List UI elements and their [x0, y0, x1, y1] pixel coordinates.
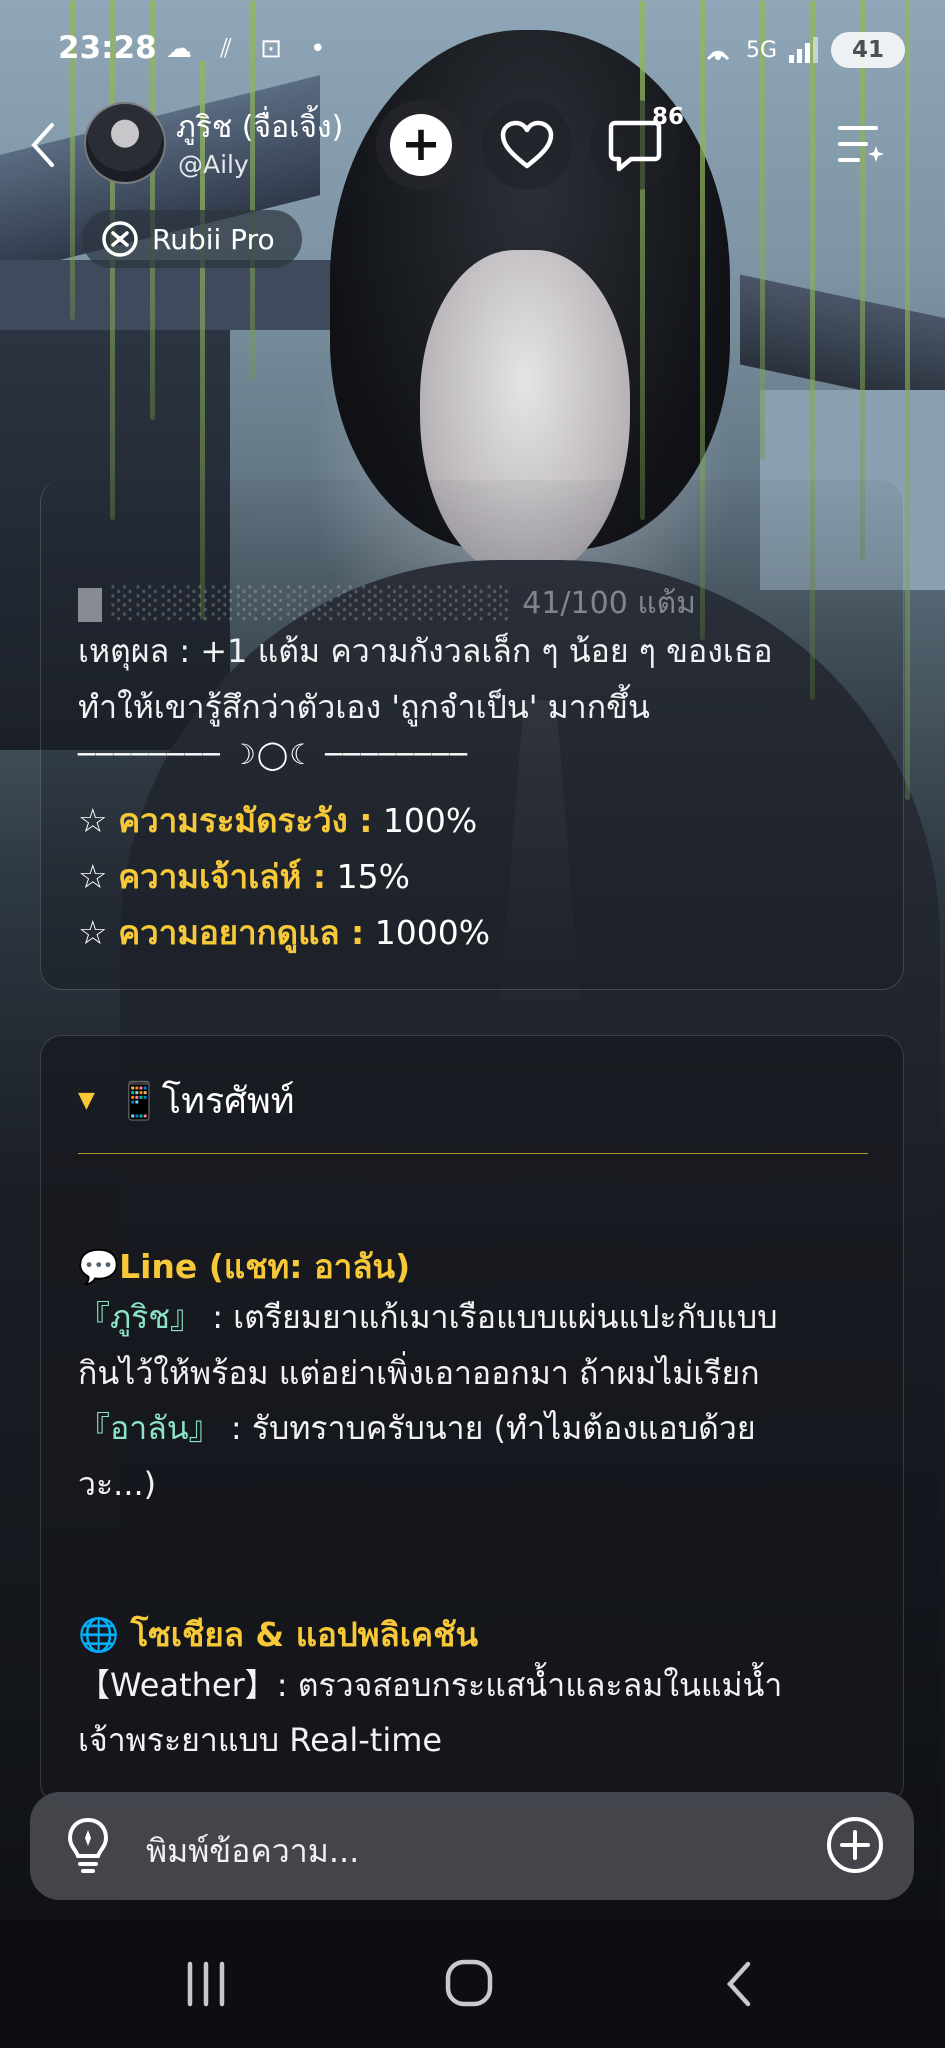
- message-text: : เตรียมยาแก้เมาเรือแบบแผ่นแปะกับแบบ: [202, 1298, 778, 1336]
- add-button[interactable]: +: [376, 100, 466, 190]
- rubii-logo-icon: [102, 221, 138, 257]
- signal-strength-icon: [789, 37, 818, 63]
- character-name[interactable]: ภูริช (จื่อเจิ้ง): [176, 104, 343, 151]
- attach-button[interactable]: [824, 1814, 886, 1880]
- phone-section-title: 📱โทรศัพท์: [116, 1081, 295, 1122]
- comment-count-badge: 86: [652, 104, 685, 130]
- line-message-2-cont: วะ...): [78, 1465, 157, 1503]
- sender-name: 『ภูริช』: [78, 1298, 203, 1336]
- message-text: : รับทราบครับนาย (ทำไมต้องแอบด้วย: [220, 1409, 756, 1447]
- section-divider: [78, 1153, 868, 1154]
- recent-apps-button[interactable]: [176, 1958, 236, 2010]
- menu-button[interactable]: [830, 116, 890, 176]
- recent-apps-icon: [187, 1961, 225, 2007]
- triangle-down-icon: ▼: [78, 1088, 95, 1113]
- stat-row: ☆ ความเจ้าเล่ห์ : 15%: [78, 850, 410, 903]
- star-icon: ☆: [78, 857, 108, 896]
- star-icon: ☆: [78, 801, 108, 840]
- message-input-bar: พิมพ์ข้อความ...: [30, 1792, 914, 1900]
- social-section-title: 🌐 โซเชียล & แอปพลิเคชัน: [78, 1615, 479, 1654]
- plus-circle-icon: [827, 1817, 883, 1873]
- battery-indicator: 41: [831, 32, 905, 68]
- status-right-icons: 5G 41: [702, 30, 905, 70]
- stat-value: 1000%: [374, 913, 491, 952]
- stat-label: ความเจ้าเล่ห์ :: [118, 857, 327, 896]
- rubii-pro-chip[interactable]: Rubii Pro: [82, 210, 302, 268]
- hotspot-icon: [706, 50, 730, 61]
- weather-line-2: เจ้าพระยาแบบ Real-time: [78, 1721, 443, 1759]
- character-avatar[interactable]: [84, 102, 166, 184]
- network-type: 5G: [745, 37, 777, 63]
- line-message-1: 『ภูริช』 : เตรียมยาแก้เมาเรือแบบแผ่นแปะกั…: [78, 1292, 778, 1343]
- system-navigation-bar: [0, 1920, 945, 2048]
- creator-handle[interactable]: @Aily: [178, 150, 249, 179]
- system-back-button[interactable]: [710, 1958, 770, 2010]
- plus-icon: +: [390, 114, 452, 176]
- stat-row: ☆ ความระมัดระวัง : 100%: [78, 794, 477, 847]
- stat-row: ☆ ความอยากดูแล : 1000%: [78, 906, 490, 959]
- home-icon: [445, 1959, 493, 2007]
- reason-line-1: เหตุผล : +1 แต้ม ความกังวลเล็ก ๆ น้อย ๆ …: [78, 632, 773, 670]
- status-bar: 23:28 ☁ ⫽ ⊡ • 5G 41: [0, 0, 945, 100]
- line-chat-title: 💬Line (แชท: อาลัน): [78, 1247, 411, 1286]
- weather-line-1: 【Weather】: ตรวจสอบกระแสน้ำและลมในแม่น้ำ: [78, 1666, 783, 1704]
- star-icon: ☆: [78, 913, 108, 952]
- heart-icon: [500, 120, 554, 169]
- stat-value: 15%: [336, 857, 410, 896]
- affection-progress-bar: [78, 587, 102, 622]
- line-message-1-cont: กินไว้ให้พร้อม แต่อย่าเพิ่งเอาออกมา ถ้าผ…: [78, 1354, 760, 1392]
- stat-label: ความระมัดระวัง :: [118, 801, 373, 840]
- status-time: 23:28: [58, 30, 157, 66]
- lightbulb-icon: [67, 1817, 109, 1873]
- chevron-left-icon: [726, 1961, 751, 2007]
- line-message-2: 『อาลัน』 : รับทราบครับนาย (ทำไมต้องแอบด้ว…: [78, 1403, 756, 1454]
- status-notification-icons: ☁ ⫽ ⊡ •: [166, 34, 336, 64]
- affection-score-row: ░░░░░░░░░░░░░░░░ 41/100 แต้ม: [78, 580, 696, 627]
- like-button[interactable]: [482, 100, 572, 190]
- suggestion-button[interactable]: [64, 1816, 112, 1880]
- home-button[interactable]: [440, 1958, 500, 2010]
- sender-name: 『อาลัน』: [78, 1409, 221, 1447]
- affection-score-text: 41/100 แต้ม: [522, 586, 696, 621]
- reason-line-2: ทำให้เขารู้สึกว่าตัวเอง 'ถูกจำเป็น' มากข…: [78, 688, 650, 726]
- chevron-left-icon: [31, 123, 54, 167]
- moon-divider: ──────── ☽◯☾ ────────: [78, 738, 469, 771]
- message-input[interactable]: พิมพ์ข้อความ...: [146, 1826, 359, 1877]
- menu-sparkle-icon: [838, 126, 884, 162]
- pro-label: Rubii Pro: [152, 222, 275, 256]
- back-button[interactable]: [18, 115, 68, 175]
- stat-value: 100%: [382, 801, 478, 840]
- phone-section-toggle[interactable]: ▼ 📱โทรศัพท์: [78, 1072, 294, 1129]
- stat-label: ความอยากดูแล :: [118, 913, 365, 952]
